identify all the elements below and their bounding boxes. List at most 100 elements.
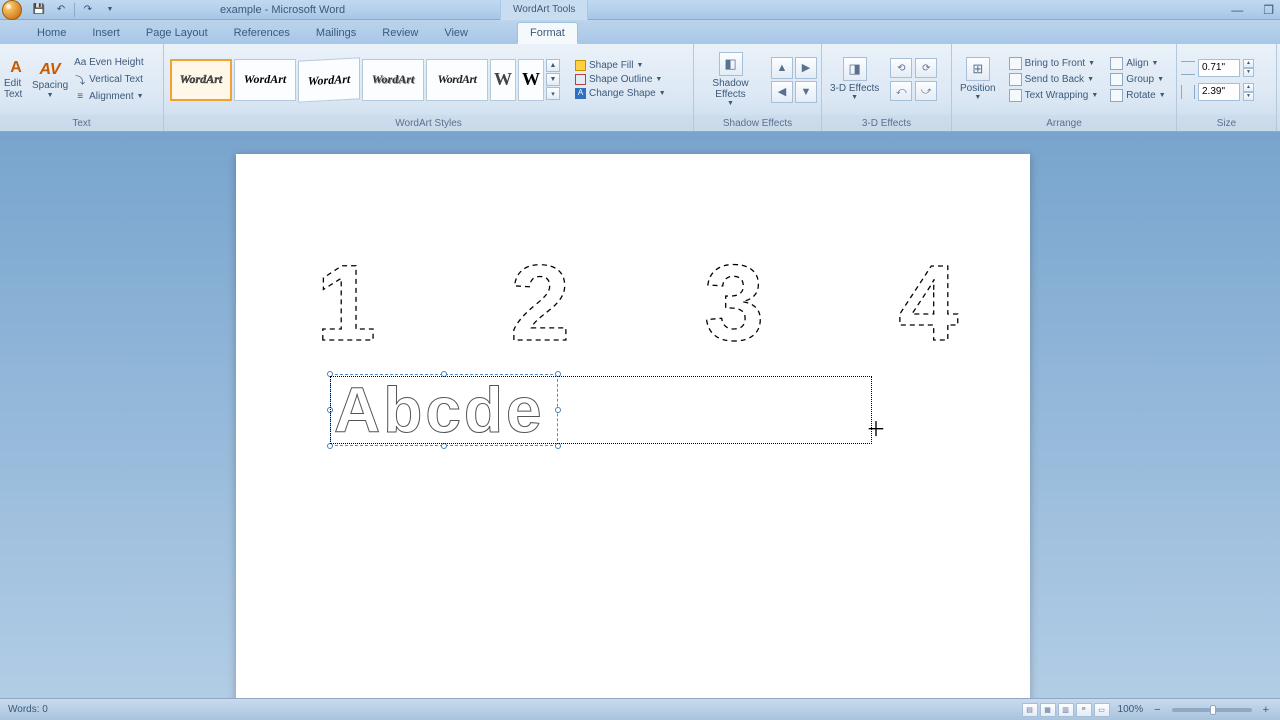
even-height-label: Even Height	[89, 57, 143, 68]
qat-customize-icon[interactable]: ▼	[101, 2, 119, 18]
gallery-scroll-down[interactable]: ▼	[546, 73, 560, 86]
wordart-style-4[interactable]: WordArt	[362, 59, 424, 101]
view-full-screen[interactable]: ▦	[1040, 703, 1056, 717]
edit-text-button[interactable]: A Edit Text	[4, 59, 28, 100]
view-draft[interactable]: ▭	[1094, 703, 1110, 717]
align-label: Align	[1126, 58, 1148, 69]
width-input[interactable]	[1198, 83, 1240, 101]
shape-fill-icon	[575, 60, 586, 71]
wordart-style-6[interactable]: W	[490, 59, 516, 101]
tab-page-layout[interactable]: Page Layout	[133, 22, 221, 44]
text-wrapping-button[interactable]: Text Wrapping ▼	[1006, 88, 1102, 103]
wordart-style-5[interactable]: WordArt	[426, 59, 488, 101]
text-wrapping-label: Text Wrapping	[1025, 90, 1089, 101]
edit-text-icon: A	[10, 59, 22, 77]
tab-insert[interactable]: Insert	[79, 22, 133, 44]
redo-icon[interactable]: ↷	[79, 2, 97, 18]
wordart-numbers-text: 1 2 3 4 5	[316, 242, 1036, 363]
alignment-button[interactable]: ≡ Alignment ▼	[72, 90, 145, 103]
zoom-in[interactable]: +	[1260, 704, 1272, 716]
tab-home[interactable]: Home	[24, 22, 79, 44]
wordart-style-1[interactable]: WordArt	[170, 59, 232, 101]
spacing-icon: AV	[40, 61, 61, 79]
group-label-arrange: Arrange	[952, 115, 1176, 131]
spacing-button[interactable]: AV Spacing ▼	[32, 61, 68, 99]
undo-icon[interactable]: ↶	[52, 2, 70, 18]
ribbon-tabs: Home Insert Page Layout References Maili…	[0, 20, 1280, 44]
page[interactable]: 1 2 3 4 5 Abcde ＋	[236, 154, 1030, 698]
tab-view[interactable]: View	[431, 22, 481, 44]
align-icon	[1110, 57, 1123, 70]
resize-drag-outline	[330, 376, 872, 444]
gallery-scroll-up[interactable]: ▲	[546, 59, 560, 72]
maximize-button[interactable]: ❐	[1263, 3, 1274, 17]
vertical-text-toggle[interactable]: ⤵ Vertical Text	[72, 71, 145, 88]
alignment-label: Alignment	[89, 91, 133, 102]
width-spin-down[interactable]: ▼	[1243, 92, 1254, 101]
rotate-icon	[1110, 89, 1123, 102]
minimize-button[interactable]: —	[1231, 3, 1243, 17]
zoom-out[interactable]: −	[1151, 704, 1163, 716]
view-web-layout[interactable]: ▥	[1058, 703, 1074, 717]
group-label-text: Text	[0, 115, 163, 131]
3d-effects-button[interactable]: ◨ 3-D Effects ▼	[826, 55, 883, 104]
wordart-style-7[interactable]: W	[518, 59, 544, 101]
shadow-nudge-left[interactable]: ◀	[771, 81, 793, 103]
group-label: Group	[1126, 74, 1154, 85]
rotate-button[interactable]: Rotate ▼	[1107, 88, 1168, 103]
height-input[interactable]	[1198, 59, 1240, 77]
shape-fill-button[interactable]: Shape Fill ▼	[572, 59, 669, 72]
group-label-3d: 3-D Effects	[822, 115, 951, 131]
align-button[interactable]: Align ▼	[1107, 56, 1168, 71]
3d-tilt-down[interactable]: ⤻	[915, 81, 937, 101]
bring-to-front-button[interactable]: Bring to Front ▼	[1006, 56, 1102, 71]
zoom-level[interactable]: 100%	[1118, 704, 1144, 715]
rotate-label: Rotate	[1126, 90, 1155, 101]
change-shape-button[interactable]: A Change Shape ▼	[572, 87, 669, 100]
word-count[interactable]: Words: 0	[0, 704, 56, 715]
position-button[interactable]: ⊞ Position ▼	[956, 55, 1000, 104]
tab-review[interactable]: Review	[369, 22, 431, 44]
width-spin-up[interactable]: ▲	[1243, 83, 1254, 92]
shape-outline-icon	[575, 74, 586, 85]
group-shadow-effects: ◧ Shadow Effects ▼ ▲ ▶ ◀ ▼ Shadow Effect…	[694, 44, 822, 131]
send-back-icon	[1009, 73, 1022, 86]
send-to-back-button[interactable]: Send to Back ▼	[1006, 72, 1102, 87]
shadow-nudge-right[interactable]: ▶	[795, 57, 817, 79]
gallery-more[interactable]: ▾	[546, 87, 560, 100]
group-label-size: Size	[1177, 115, 1276, 131]
3d-tilt-left[interactable]: ⤺	[890, 81, 912, 101]
status-bar: Words: 0 ▤ ▦ ▥ ≡ ▭ 100% − +	[0, 698, 1280, 720]
send-back-label: Send to Back	[1025, 74, 1084, 85]
office-button[interactable]	[2, 0, 22, 20]
text-wrapping-icon	[1009, 89, 1022, 102]
height-spin-up[interactable]: ▲	[1243, 59, 1254, 68]
shape-outline-button[interactable]: Shape Outline ▼	[572, 73, 669, 86]
even-height-toggle[interactable]: Aa Even Height	[72, 56, 145, 69]
wordart-numbers[interactable]: 1 2 3 4 5	[316, 230, 1036, 370]
view-outline[interactable]: ≡	[1076, 703, 1092, 717]
wordart-style-2[interactable]: WordArt	[234, 59, 296, 101]
zoom-slider[interactable]	[1172, 708, 1252, 712]
shadow-effects-button[interactable]: ◧ Shadow Effects ▼	[698, 50, 763, 110]
wordart-style-3[interactable]: WordArt	[298, 57, 360, 102]
3d-tilt-up[interactable]: ⟲	[890, 58, 912, 78]
shadow-effects-label: Shadow Effects	[702, 78, 759, 100]
save-icon[interactable]: 💾	[30, 2, 48, 18]
tab-mailings[interactable]: Mailings	[303, 22, 369, 44]
change-shape-icon: A	[575, 88, 586, 99]
view-print-layout[interactable]: ▤	[1022, 703, 1038, 717]
ribbon: A Edit Text AV Spacing ▼ Aa Even Height …	[0, 44, 1280, 132]
shadow-nudge-up[interactable]: ▲	[771, 57, 793, 79]
tab-format[interactable]: Format	[517, 22, 578, 44]
height-spin-down[interactable]: ▼	[1243, 68, 1254, 77]
shadow-nudge-down[interactable]: ▼	[795, 81, 817, 103]
change-shape-label: Change Shape	[589, 88, 656, 99]
edit-text-label: Edit Text	[4, 78, 28, 100]
bring-front-icon	[1009, 57, 1022, 70]
contextual-tab-group: WordArt Tools	[500, 0, 588, 20]
group-button[interactable]: Group ▼	[1107, 72, 1168, 87]
tab-references[interactable]: References	[221, 22, 303, 44]
vertical-text-icon: ⤵	[74, 72, 86, 87]
3d-tilt-right[interactable]: ⟳	[915, 58, 937, 78]
